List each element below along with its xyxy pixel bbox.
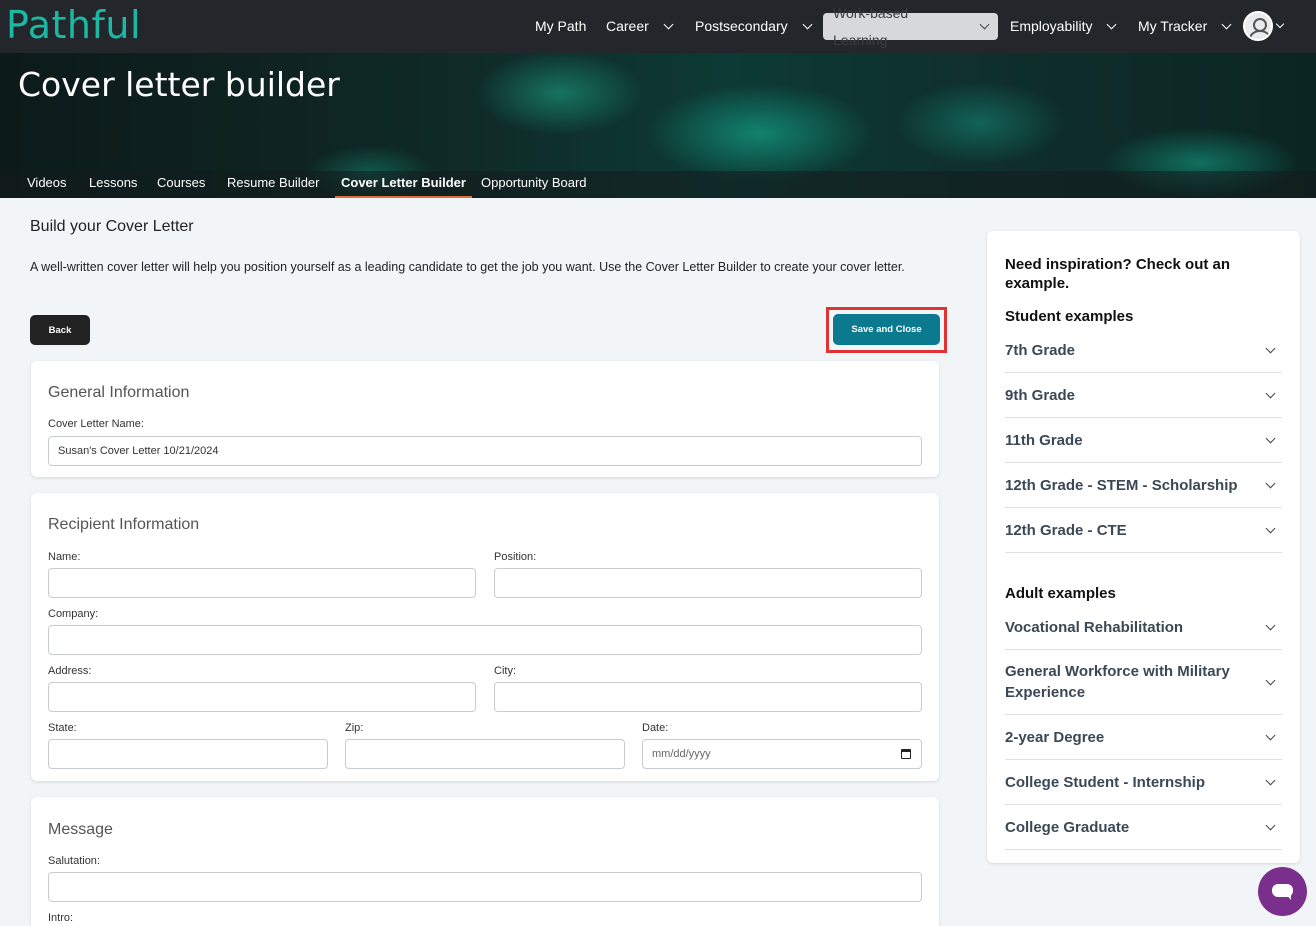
chevron-down-icon	[1265, 343, 1276, 353]
general-information-card: General Information Cover Letter Name: S…	[31, 361, 939, 477]
section-heading: Build your Cover Letter	[30, 218, 194, 235]
nav-label: Career	[606, 18, 649, 34]
example-label: 11th Grade	[1005, 431, 1083, 449]
nav-label: My Path	[535, 18, 587, 34]
page-title: Cover letter builder	[18, 65, 340, 104]
back-button[interactable]: Back	[30, 315, 90, 345]
chevron-down-icon	[1265, 620, 1276, 630]
tab-videos[interactable]: Videos	[27, 175, 67, 198]
chevron-down-icon	[979, 19, 990, 30]
chevron-down-icon	[1221, 19, 1232, 30]
intro-text: A well-written cover letter will help yo…	[30, 260, 905, 274]
zip-input[interactable]	[345, 739, 625, 769]
example-label: 7th Grade	[1005, 341, 1076, 359]
chevron-down-icon	[1265, 675, 1276, 685]
example-vocational-rehabilitation[interactable]: Vocational Rehabilitation	[1005, 605, 1282, 650]
examples-panel: Need inspiration? Check out an example. …	[987, 231, 1300, 863]
sub-nav: Videos Lessons Courses Resume Builder Co…	[0, 171, 1316, 198]
chevron-down-icon	[1265, 775, 1276, 785]
tab-courses[interactable]: Courses	[157, 175, 205, 198]
calendar-icon[interactable]	[901, 749, 911, 759]
nav-label: Postsecondary	[695, 18, 788, 34]
company-input[interactable]	[48, 625, 922, 655]
example-label: 2-year Degree	[1005, 728, 1105, 746]
tab-resume-builder[interactable]: Resume Builder	[227, 175, 320, 198]
nav-work-based-learning[interactable]: Work-based Learning	[823, 5, 998, 48]
adult-examples-heading: Adult examples	[1005, 585, 1116, 602]
name-label: Name:	[48, 551, 81, 563]
chevron-down-icon	[663, 19, 674, 30]
salutation-input[interactable]	[48, 872, 922, 902]
example-label: College Student - Internship	[1005, 773, 1206, 791]
examples-heading: Need inspiration? Check out an example.	[1005, 256, 1231, 292]
chevron-down-icon	[1265, 523, 1276, 533]
nav-career[interactable]: Career	[606, 13, 674, 40]
chat-button[interactable]	[1258, 867, 1307, 916]
example-2-year-degree[interactable]: 2-year Degree	[1005, 715, 1282, 760]
example-label: 12th Grade - CTE	[1005, 521, 1127, 539]
example-general-workforce[interactable]: General Workforce with Military Experien…	[1005, 650, 1282, 715]
example-9th-grade[interactable]: 9th Grade	[1005, 373, 1282, 418]
example-college-student-internship[interactable]: College Student - Internship	[1005, 760, 1282, 805]
example-label: 12th Grade - STEM - Scholarship	[1005, 476, 1238, 494]
tab-lessons[interactable]: Lessons	[89, 175, 137, 198]
example-label: General Workforce with Military Experien…	[1005, 663, 1230, 701]
nav-label: Work-based Learning	[833, 4, 909, 48]
tab-cover-letter-builder[interactable]: Cover Letter Builder	[335, 175, 472, 198]
state-input[interactable]	[48, 739, 328, 769]
tab-opportunity-board[interactable]: Opportunity Board	[481, 175, 587, 198]
cover-letter-name-label: Cover Letter Name:	[48, 418, 144, 430]
card-title: General Information	[48, 384, 190, 401]
example-label: Vocational Rehabilitation	[1005, 618, 1184, 636]
user-menu[interactable]	[1243, 11, 1285, 41]
nav-my-tracker[interactable]: My Tracker	[1138, 13, 1232, 40]
address-input[interactable]	[48, 682, 476, 712]
position-label: Position:	[494, 551, 537, 563]
nav-employability[interactable]: Employability	[1010, 13, 1117, 40]
chevron-down-icon	[1265, 433, 1276, 443]
chevron-down-icon	[1265, 388, 1276, 398]
top-nav: Pathful My Path Career Postsecondary Wor…	[0, 0, 1316, 53]
date-input[interactable]: mm/dd/yyyy	[642, 739, 922, 769]
city-label: City:	[494, 665, 516, 677]
card-title: Message	[48, 821, 113, 838]
hero-banner: Cover letter builder Videos Lessons Cour…	[0, 53, 1316, 198]
card-title: Recipient Information	[48, 516, 200, 533]
chevron-down-icon	[1275, 19, 1285, 29]
chevron-down-icon	[1265, 820, 1276, 830]
example-7th-grade[interactable]: 7th Grade	[1005, 328, 1282, 373]
salutation-label: Salutation:	[48, 855, 100, 867]
save-and-close-button[interactable]: Save and Close	[833, 314, 940, 345]
name-input[interactable]	[48, 568, 476, 598]
message-card: Message Salutation: Intro:	[31, 797, 939, 926]
state-label: State:	[48, 722, 77, 734]
example-label: College Graduate	[1005, 818, 1130, 836]
position-input[interactable]	[494, 568, 922, 598]
avatar-icon	[1243, 11, 1273, 41]
recipient-information-card: Recipient Information Name: Position: Co…	[31, 493, 939, 781]
pathful-logo[interactable]: Pathful	[6, 3, 141, 47]
example-11th-grade[interactable]: 11th Grade	[1005, 418, 1282, 463]
example-12th-grade-cte[interactable]: 12th Grade - CTE	[1005, 508, 1282, 553]
nav-label: Employability	[1010, 18, 1093, 34]
chevron-down-icon	[802, 19, 813, 30]
intro-label: Intro:	[48, 912, 74, 924]
chevron-down-icon	[1107, 19, 1117, 30]
date-label: Date:	[642, 722, 669, 734]
address-label: Address:	[48, 665, 92, 677]
nav-my-path[interactable]: My Path	[535, 13, 586, 40]
student-examples-heading: Student examples	[1005, 308, 1134, 325]
nav-label: My Tracker	[1138, 18, 1208, 34]
chevron-down-icon	[1265, 730, 1276, 740]
nav-postsecondary[interactable]: Postsecondary	[695, 13, 813, 40]
example-12th-grade-stem[interactable]: 12th Grade - STEM - Scholarship	[1005, 463, 1282, 508]
date-placeholder: mm/dd/yyyy	[652, 748, 711, 760]
zip-label: Zip:	[345, 722, 364, 734]
chevron-down-icon	[1265, 478, 1276, 488]
cover-letter-name-input[interactable]: Susan's Cover Letter 10/21/2024	[48, 436, 922, 466]
company-label: Company:	[48, 608, 99, 620]
example-label: 9th Grade	[1005, 386, 1076, 404]
city-input[interactable]	[494, 682, 922, 712]
example-college-graduate[interactable]: College Graduate	[1005, 805, 1282, 850]
